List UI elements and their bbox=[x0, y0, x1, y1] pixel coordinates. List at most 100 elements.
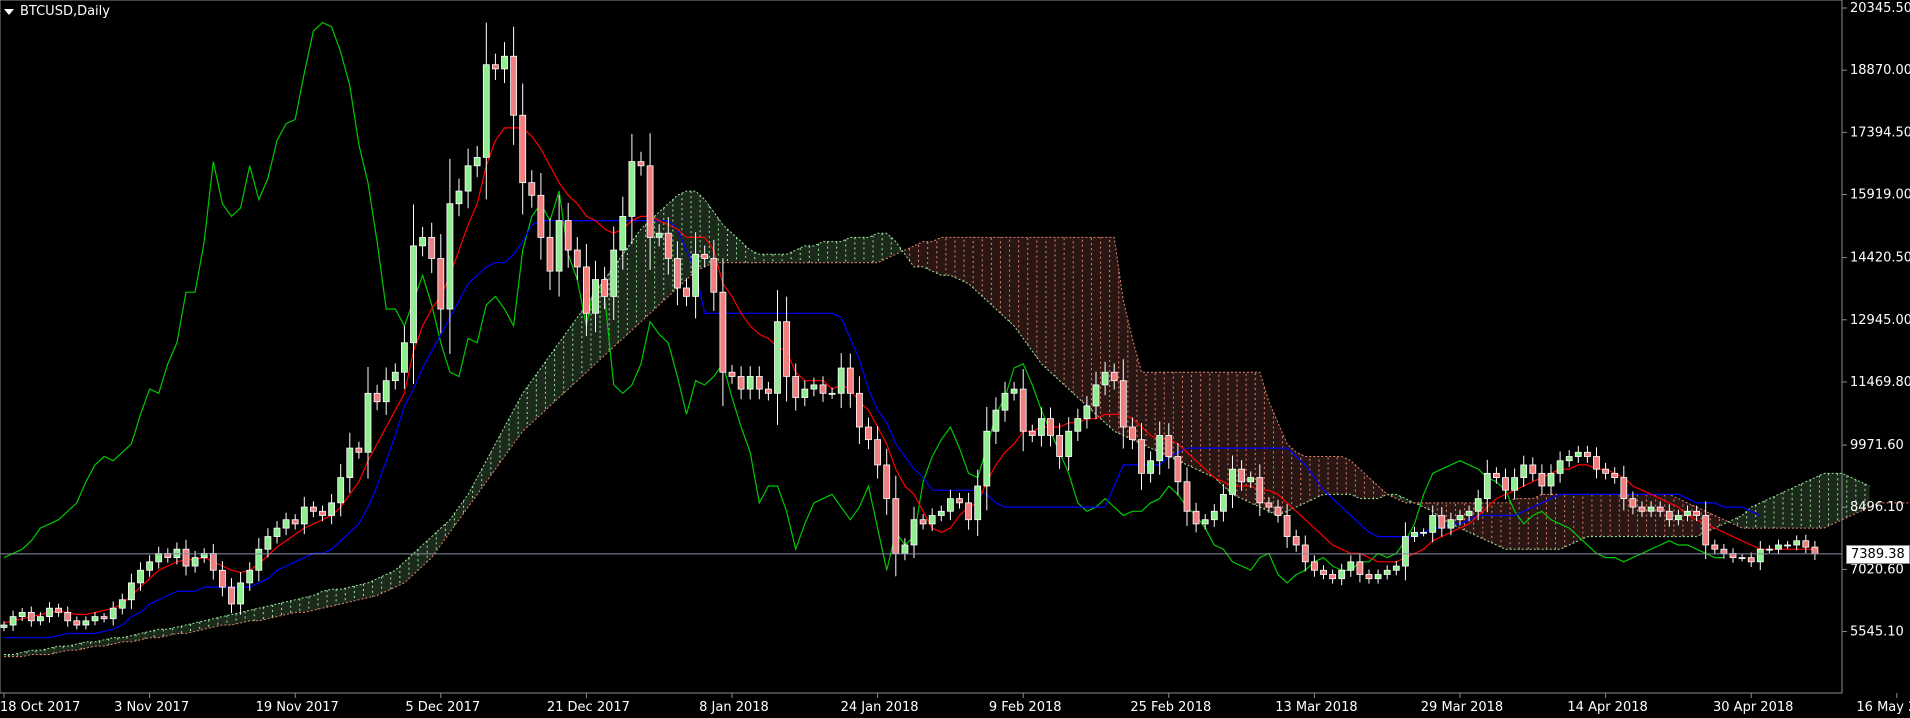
candle-body bbox=[937, 510, 945, 516]
candle-body bbox=[1520, 464, 1528, 478]
candle-body bbox=[637, 161, 645, 167]
candle-body bbox=[319, 510, 326, 516]
candle-body bbox=[246, 569, 254, 584]
y-tick-label: 20345.50 bbox=[1850, 1, 1910, 16]
candle-body bbox=[573, 249, 581, 268]
candle-body bbox=[583, 266, 590, 314]
candle-body bbox=[328, 502, 336, 516]
x-tick-label: 30 Apr 2018 bbox=[1713, 700, 1793, 715]
candle-body bbox=[428, 237, 436, 259]
candle-body bbox=[282, 519, 290, 529]
candle-body bbox=[1611, 472, 1619, 478]
x-tick-label: 3 Nov 2017 bbox=[114, 700, 189, 715]
candle-body bbox=[264, 536, 272, 550]
candle-body bbox=[1110, 371, 1118, 382]
candle-body bbox=[1174, 456, 1182, 483]
kumo-segment bbox=[968, 237, 978, 293]
kumo-segment bbox=[1014, 237, 1024, 339]
symbol-header[interactable]: BTCUSD,Daily bbox=[4, 4, 110, 19]
x-tick-label: 29 Mar 2018 bbox=[1421, 700, 1503, 715]
candle-body bbox=[710, 258, 718, 293]
candle-body bbox=[1447, 519, 1455, 529]
x-tick-label: 9 Feb 2018 bbox=[989, 700, 1062, 715]
candle-body bbox=[1274, 506, 1282, 516]
candle-body bbox=[1602, 468, 1609, 474]
price-chart[interactable]: 20345.50 18870.00 17394.50 15919.00 14420.50… bbox=[0, 0, 1910, 718]
candle-body bbox=[191, 557, 199, 567]
candle-body bbox=[1220, 494, 1227, 512]
x-tick-label: 18 Oct 2017 bbox=[0, 700, 80, 715]
candle-body bbox=[755, 376, 763, 390]
candle-body bbox=[1119, 380, 1127, 428]
candle-body bbox=[1811, 546, 1819, 555]
candle-body bbox=[965, 502, 972, 521]
candle-body bbox=[1802, 540, 1810, 548]
candle-body bbox=[273, 527, 281, 537]
candle-body bbox=[1775, 544, 1782, 550]
candle-body bbox=[892, 498, 900, 554]
candle-body bbox=[1547, 472, 1555, 487]
candle-body bbox=[1356, 561, 1364, 575]
candle-body bbox=[1420, 531, 1427, 534]
candle-body bbox=[1438, 515, 1446, 529]
candle-body bbox=[291, 519, 299, 525]
candle-body bbox=[1019, 388, 1027, 432]
candle-body bbox=[309, 506, 317, 512]
candle-body bbox=[1402, 536, 1409, 567]
y-tick-label: 12945.00 bbox=[1850, 313, 1910, 328]
candle-body bbox=[765, 388, 772, 394]
kumo-segment bbox=[1050, 237, 1060, 381]
candle-body bbox=[1502, 477, 1509, 491]
candle-body bbox=[1392, 565, 1400, 571]
candle-body bbox=[1292, 536, 1300, 546]
candle-body bbox=[1647, 506, 1655, 512]
candle-body bbox=[728, 371, 736, 377]
x-tick-label: 16 May 2018 bbox=[1856, 700, 1910, 715]
x-tick-label: 19 Nov 2017 bbox=[256, 700, 339, 715]
candle-body bbox=[9, 616, 17, 626]
candle-body bbox=[1756, 548, 1764, 563]
candle-body bbox=[628, 161, 636, 217]
kumo-segment bbox=[1487, 502, 1497, 545]
candle-body bbox=[774, 321, 781, 394]
candle-body bbox=[1638, 506, 1646, 512]
kumo-segment bbox=[1214, 372, 1224, 486]
candle-body bbox=[1747, 557, 1755, 563]
candle-body bbox=[1702, 515, 1710, 546]
candle-body bbox=[1338, 569, 1346, 580]
kumo-segment bbox=[923, 241, 933, 272]
candle-body bbox=[1365, 574, 1373, 580]
candle-body bbox=[437, 258, 445, 310]
triangle-down-icon[interactable] bbox=[4, 8, 14, 15]
kumo-segment bbox=[1760, 498, 1770, 529]
candle-body bbox=[546, 237, 554, 272]
candle-body bbox=[846, 367, 854, 394]
candle-body bbox=[1429, 515, 1437, 533]
candle-body bbox=[555, 220, 563, 272]
kumo-segment bbox=[631, 228, 641, 331]
candle-body bbox=[1010, 388, 1018, 394]
candle-body bbox=[510, 55, 518, 116]
candle-body bbox=[537, 194, 545, 238]
candle-body bbox=[1383, 569, 1391, 575]
y-tick-label: 8496.10 bbox=[1850, 500, 1904, 515]
candle-body bbox=[137, 569, 144, 584]
candle-body bbox=[1720, 548, 1728, 554]
candle-body bbox=[1684, 510, 1691, 516]
candle-body bbox=[1693, 510, 1700, 516]
candle-body bbox=[1711, 544, 1719, 550]
candle-body bbox=[237, 582, 245, 605]
candle-body bbox=[491, 64, 499, 70]
y-tick-label: 17394.50 bbox=[1850, 125, 1910, 140]
candle-body bbox=[1129, 426, 1136, 441]
x-tick-label: 25 Feb 2018 bbox=[1130, 700, 1211, 715]
candle-body bbox=[18, 611, 26, 618]
candle-body bbox=[473, 156, 481, 167]
candle-body bbox=[400, 342, 408, 373]
candle-body bbox=[1347, 561, 1355, 571]
candle-body bbox=[1465, 510, 1473, 516]
candle-body bbox=[801, 388, 809, 398]
candle-body bbox=[300, 506, 308, 525]
candle-body bbox=[1074, 418, 1082, 432]
candle-body bbox=[127, 582, 135, 601]
